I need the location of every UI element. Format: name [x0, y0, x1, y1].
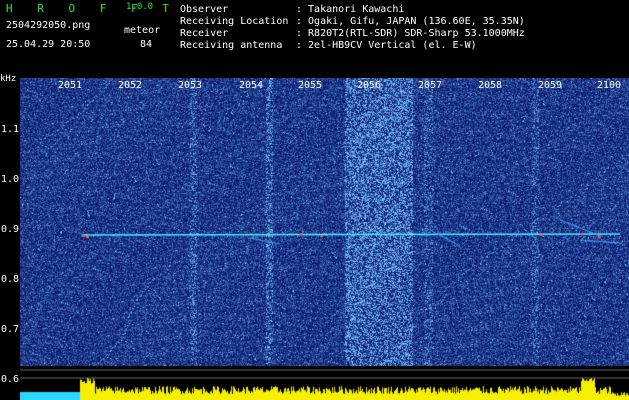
location-value: : Ogaki, Gifu, JAPAN (136.60E, 35.35N) — [296, 16, 525, 27]
x-tick-label: 2058 — [478, 80, 503, 91]
x-tick-label: 2055 — [298, 80, 323, 91]
x-tick-label: 2054 — [239, 80, 264, 91]
x-tick-label: 2053 — [178, 80, 203, 91]
meteor-label: meteor — [124, 25, 161, 36]
y-tick-label: 0.8 — [1, 274, 20, 285]
observer-value: : Takanori Kawachi — [296, 4, 405, 15]
x-tick-label: 2059 — [538, 80, 563, 91]
file-name: 2504292050.png — [6, 20, 91, 31]
x-tick-label: 2100 — [597, 80, 622, 91]
y-tick-label: 1.0 — [1, 174, 20, 185]
receiver-label: Receiver — [180, 28, 229, 39]
location-label: Receiving Location — [180, 16, 289, 27]
receiver-value: : R820T2(RTL-SDR) SDR-Sharp 53.1000MHz — [296, 28, 525, 39]
x-tick-label: 2051 — [58, 80, 83, 91]
y-tick-label: 0.9 — [1, 224, 20, 235]
app-version: 1.0.0 — [126, 2, 154, 12]
meteor-count: 84 — [140, 39, 153, 50]
spectrogram-plot — [20, 78, 629, 400]
x-tick-label: 2057 — [418, 80, 443, 91]
y-tick-label: 1.1 — [1, 124, 20, 135]
antenna-label: Receiving antenna — [180, 40, 283, 51]
observer-label: Observer — [180, 4, 229, 15]
datetime: 25.04.29 20:50 — [6, 39, 91, 50]
x-tick-label: 2056 — [357, 80, 382, 91]
antenna-value: : 2el-HB9CV Vertical (el. E-W) — [296, 40, 477, 51]
y-tick-label: 0.6 — [1, 374, 20, 385]
x-tick-label: 2052 — [118, 80, 143, 91]
y-tick-label: 0.7 — [1, 324, 20, 335]
y-axis-unit: kHz — [0, 74, 17, 84]
hrofft-window: H R O F F T 1.0.0 2504292050.png meteor … — [0, 0, 629, 400]
